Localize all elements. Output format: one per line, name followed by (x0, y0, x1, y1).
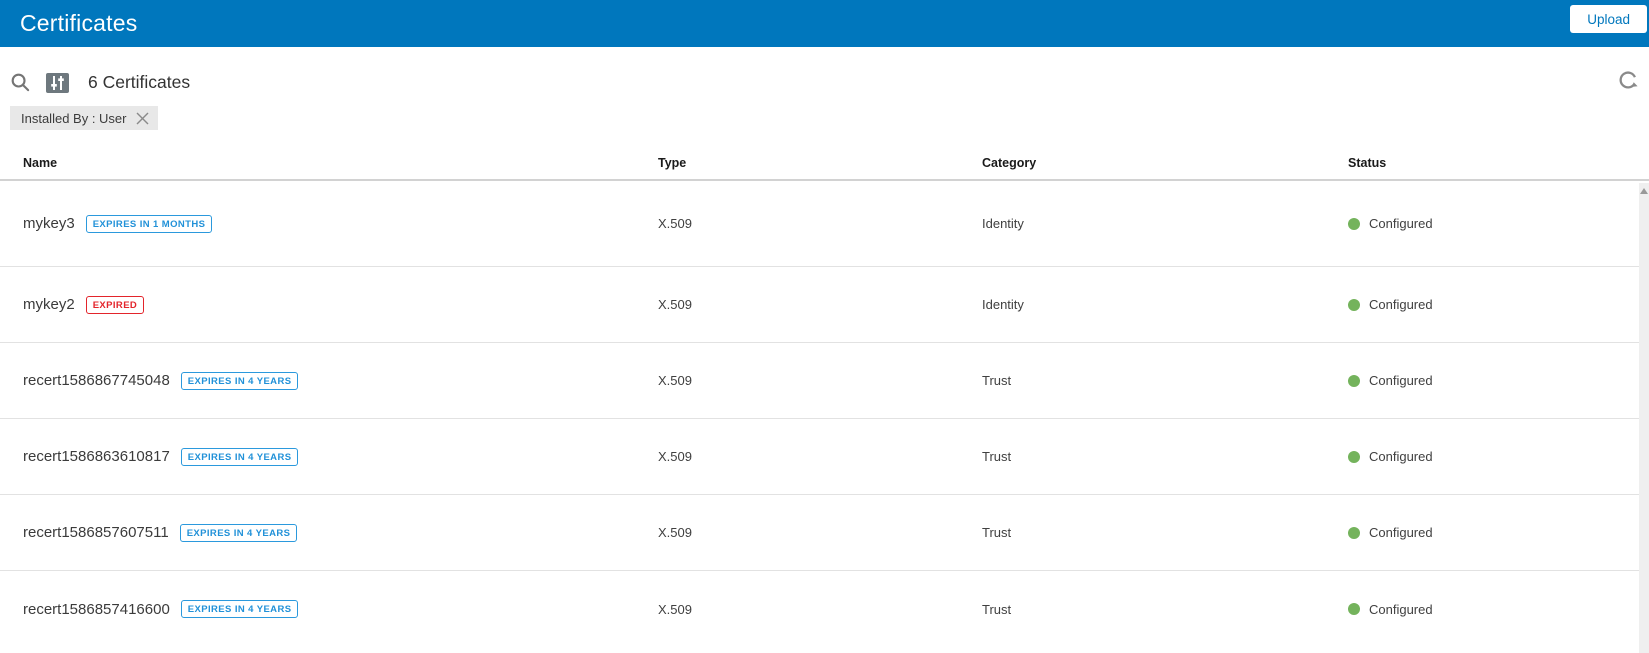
status-label: Configured (1369, 216, 1433, 231)
cert-category: Identity (982, 297, 1024, 312)
cert-status: Configured (1348, 525, 1639, 540)
cert-category: Trust (982, 449, 1012, 464)
cert-status: Configured (1348, 449, 1639, 464)
column-header-category[interactable]: Category (982, 156, 1348, 170)
cert-type: X.509 (658, 373, 692, 388)
cert-name: recert1586857416600 (23, 600, 170, 618)
cert-name: mykey2 (23, 296, 75, 313)
expiry-badge: EXPIRES IN 1 MONTHS (85, 214, 213, 233)
cert-status: Configured (1348, 216, 1639, 231)
status-dot-icon (1348, 374, 1360, 387)
cert-name: mykey3 (23, 215, 75, 232)
expiry-badge: EXPIRES IN 4 YEARS (180, 371, 299, 390)
cert-type: X.509 (658, 216, 692, 231)
table-header-row: Name Type Category Status (0, 147, 1649, 181)
cert-type: X.509 (658, 449, 692, 464)
chip-close-x-icon[interactable] (136, 112, 149, 125)
cert-status: Configured (1348, 297, 1639, 312)
status-label: Configured (1369, 601, 1433, 617)
search-icon[interactable] (10, 72, 31, 93)
cert-category: Trust (982, 373, 1012, 388)
expiry-badge: EXPIRES IN 4 YEARS (180, 600, 299, 618)
cert-type: X.509 (658, 525, 692, 540)
table-row[interactable]: recert1586867745048 EXPIRES IN 4 YEARS X… (0, 343, 1639, 419)
status-label: Configured (1369, 297, 1433, 312)
expiry-badge: EXPIRES IN 4 YEARS (179, 523, 298, 542)
status-label: Configured (1369, 373, 1433, 388)
cert-category: Identity (982, 216, 1024, 231)
status-label: Configured (1369, 525, 1433, 540)
cert-status: Configured (1348, 373, 1639, 388)
table-row[interactable]: recert1586857607511 EXPIRES IN 4 YEARS X… (0, 495, 1639, 571)
table-row[interactable]: mykey2 EXPIRED X.509 Identity Configured (0, 267, 1639, 343)
app-header-bar: Certificates Upload (0, 0, 1649, 47)
status-dot-icon (1348, 450, 1360, 463)
certificate-count: 6 Certificates (88, 72, 191, 92)
status-dot-icon (1348, 603, 1360, 615)
status-label: Configured (1369, 449, 1433, 464)
table-row[interactable]: recert1586857416600 EXPIRES IN 4 YEARS X… (0, 571, 1639, 647)
filter-chip-label: Installed By : User (21, 110, 127, 126)
scrollbar-up-arrow-icon[interactable] (1640, 188, 1648, 194)
cert-category: Trust (982, 525, 1012, 540)
expiry-badge: EXPIRES IN 4 YEARS (180, 447, 299, 466)
active-filters-row: Installed By : User (0, 106, 1649, 130)
cert-type: X.509 (658, 601, 692, 617)
cert-status: Configured (1348, 602, 1639, 617)
table-body: mykey3 EXPIRES IN 1 MONTHS X.509 Identit… (0, 181, 1649, 647)
status-dot-icon (1348, 298, 1360, 311)
column-header-type[interactable]: Type (658, 156, 982, 170)
refresh-icon[interactable] (1616, 68, 1640, 92)
expiry-badge: EXPIRED (85, 295, 145, 314)
vertical-scrollbar[interactable] (1639, 183, 1649, 653)
column-header-status[interactable]: Status (1348, 156, 1649, 170)
upload-button[interactable]: Upload (1570, 5, 1647, 33)
cert-name: recert1586867745048 (23, 372, 170, 389)
cert-category: Trust (982, 601, 1012, 617)
filter-sliders-icon[interactable] (46, 72, 69, 93)
cert-name: recert1586857607511 (23, 524, 169, 541)
column-header-name[interactable]: Name (23, 156, 658, 170)
status-dot-icon (1348, 217, 1360, 230)
filter-chip-installed-by-user: Installed By : User (10, 106, 158, 130)
page-title: Certificates (20, 10, 138, 36)
cert-name: recert1586863610817 (23, 448, 170, 465)
status-dot-icon (1348, 526, 1360, 539)
table-row[interactable]: recert1586863610817 EXPIRES IN 4 YEARS X… (0, 419, 1639, 495)
toolbar: 6 Certificates (0, 60, 1649, 105)
cert-type: X.509 (658, 297, 692, 312)
table-row[interactable]: mykey3 EXPIRES IN 1 MONTHS X.509 Identit… (0, 181, 1639, 267)
